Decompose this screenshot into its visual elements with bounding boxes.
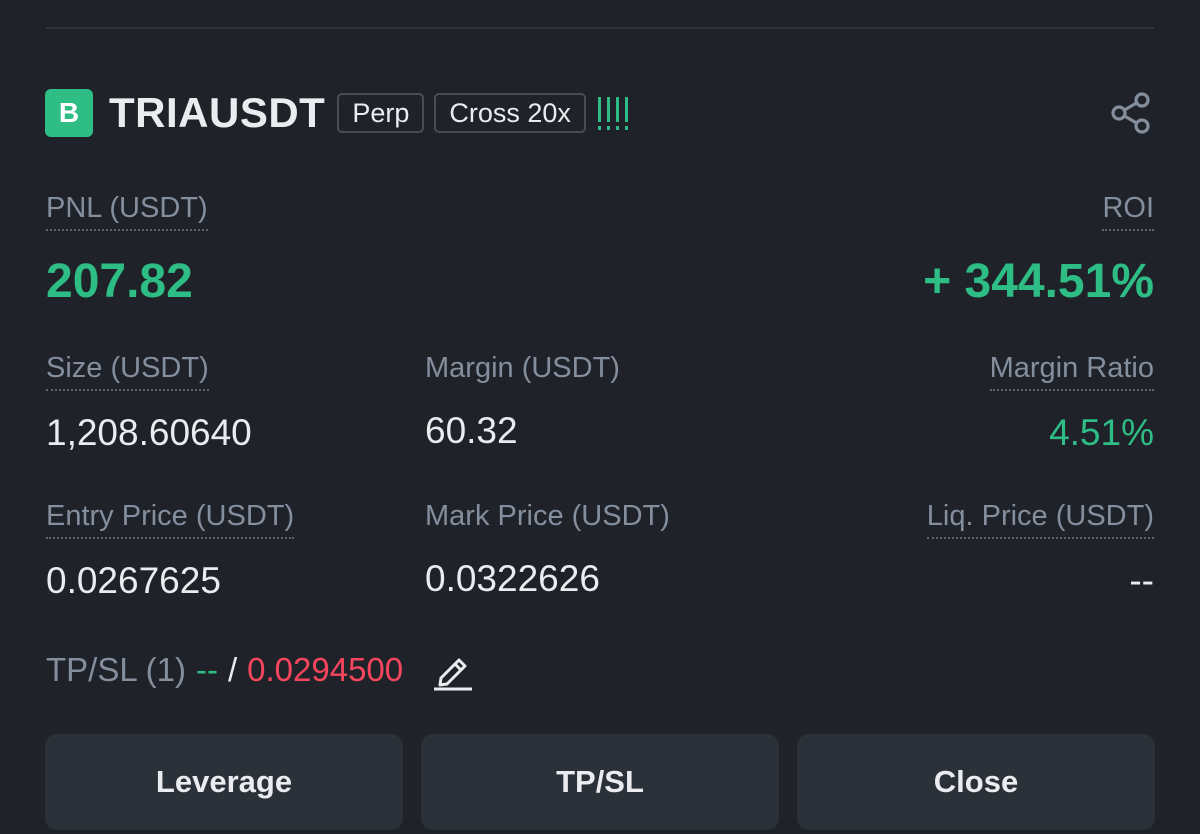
- tpsl-label: TP/SL (1): [46, 651, 186, 688]
- tpsl-row: TP/SL (1) -- / 0.0294500: [46, 648, 475, 692]
- size-label[interactable]: Size (USDT): [46, 352, 209, 391]
- margin-mode-tag: Cross 20x: [434, 93, 586, 133]
- side-badge: B: [45, 89, 93, 137]
- divider: [46, 27, 1154, 29]
- tpsl-separator: /: [227, 651, 238, 688]
- liq-price-label[interactable]: Liq. Price (USDT): [926, 500, 1154, 539]
- entry-price-label[interactable]: Entry Price (USDT): [46, 500, 295, 539]
- symbol-title[interactable]: TRIAUSDT: [109, 89, 325, 137]
- leverage-button[interactable]: Leverage: [45, 734, 403, 830]
- perp-tag: Perp: [337, 93, 425, 133]
- entry-price-value: 0.0267625: [46, 560, 221, 601]
- risk-indicator-icon: [597, 96, 628, 130]
- margin-value: 60.32: [425, 410, 518, 451]
- margin-ratio-label[interactable]: Margin Ratio: [989, 352, 1154, 391]
- liq-price-value: --: [1129, 560, 1154, 601]
- risk-bar: [606, 97, 610, 130]
- pnl-value: 207.82: [46, 255, 193, 308]
- mark-price-label: Mark Price (USDT): [425, 500, 670, 532]
- share-icon[interactable]: [1110, 91, 1154, 135]
- position-header: B TRIAUSDT Perp Cross 20x: [45, 88, 628, 138]
- stop-loss-value: 0.0294500: [247, 651, 404, 688]
- take-profit-value: --: [195, 651, 218, 688]
- margin-label: Margin (USDT): [425, 352, 620, 384]
- risk-bar: [615, 97, 619, 130]
- position-card: B TRIAUSDT Perp Cross 20x PNL (USDT) 207…: [0, 0, 1200, 834]
- margin-ratio-value: 4.51%: [1049, 412, 1154, 453]
- risk-bar: [624, 97, 628, 130]
- pnl-label[interactable]: PNL (USDT): [46, 192, 208, 231]
- mark-price-value: 0.0322626: [425, 558, 600, 599]
- size-value: 1,208.60640: [46, 412, 252, 453]
- close-position-button[interactable]: Close: [797, 734, 1155, 830]
- roi-label[interactable]: ROI: [1102, 192, 1154, 231]
- tpsl-button[interactable]: TP/SL: [421, 734, 779, 830]
- roi-value: + 344.51%: [923, 255, 1154, 308]
- pencil-edit-icon[interactable]: [431, 648, 475, 692]
- risk-bar: [597, 97, 601, 130]
